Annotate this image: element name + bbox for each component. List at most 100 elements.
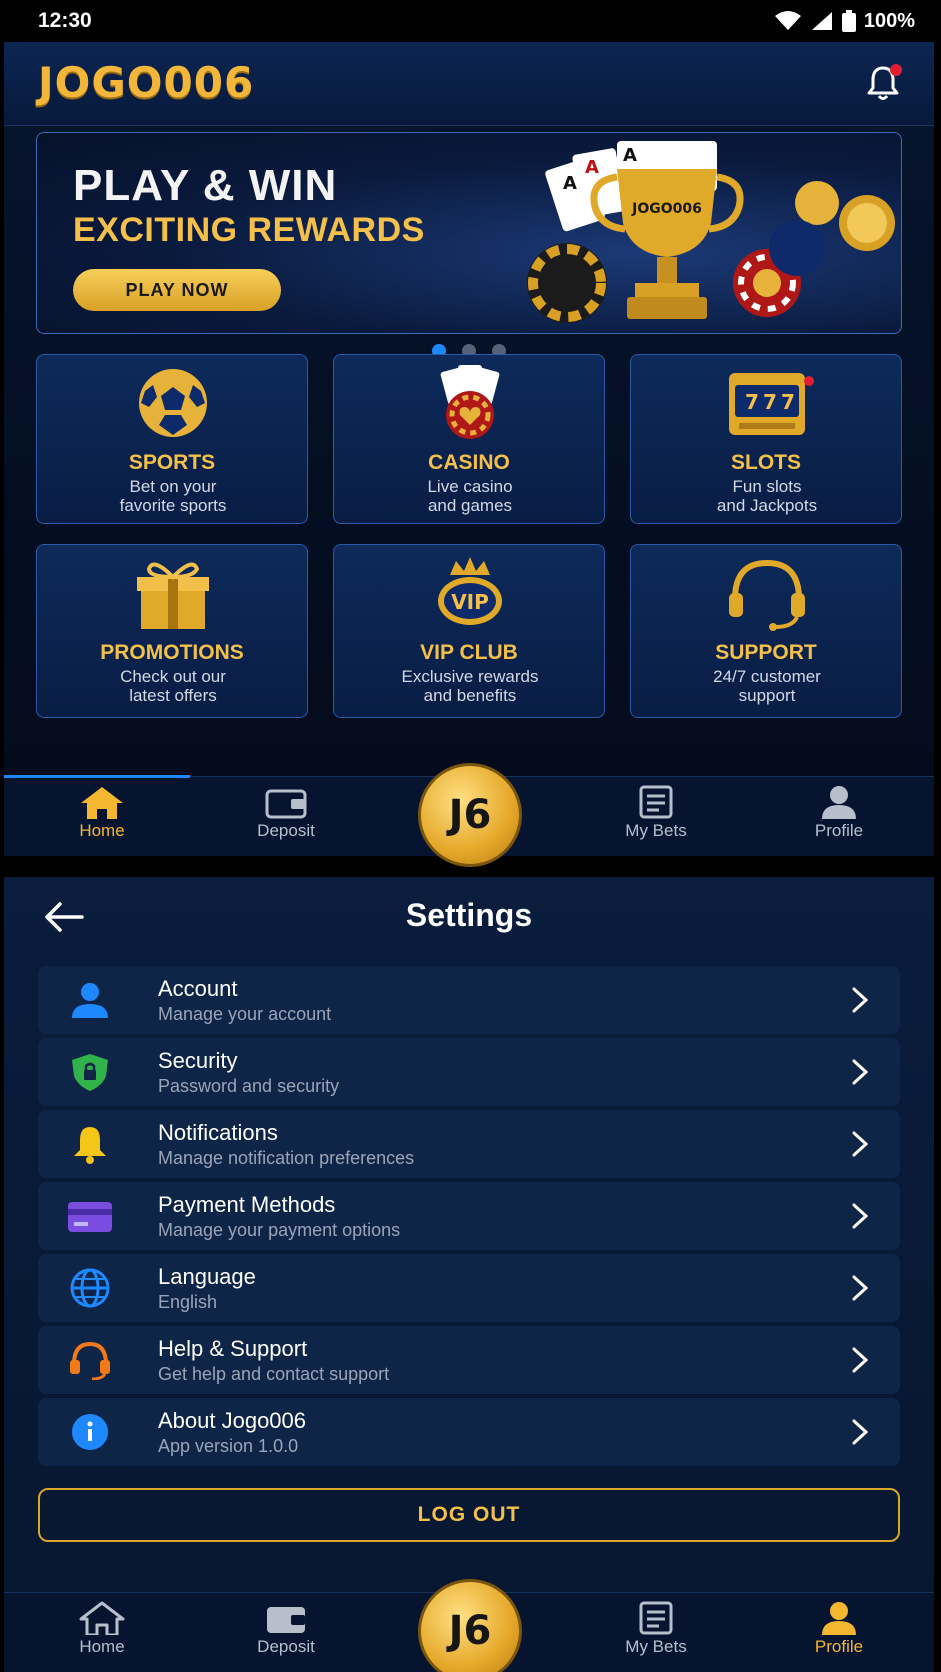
svg-text:7: 7	[745, 390, 759, 414]
play-now-button[interactable]: PLAY NOW	[73, 269, 281, 311]
nav-label: My Bets	[625, 821, 687, 840]
tile-title: SLOTS	[730, 451, 801, 474]
settings-item-sub: English	[158, 1292, 218, 1312]
settings-item-label: Account	[158, 976, 238, 1001]
nav-my-bets[interactable]: My Bets	[596, 1601, 716, 1657]
settings-item-sub: Manage your payment options	[158, 1220, 401, 1240]
signal-icon	[811, 12, 832, 30]
settings-item-label: Payment Methods	[158, 1192, 336, 1217]
nav-label: Profile	[814, 1637, 864, 1656]
tile-title: CASINO	[428, 451, 510, 474]
settings-item-label: Security	[158, 1048, 238, 1073]
app-logo: JOGO006	[38, 58, 255, 107]
trophy-logo-text: JOGO006	[631, 201, 702, 217]
settings-item-label: Help & Support	[158, 1336, 308, 1361]
bottom-nav: Home Deposit J6 My Bets Profile	[4, 763, 934, 867]
status-icons: 100%	[774, 10, 915, 33]
tile-desc-line1: Bet on your	[129, 477, 217, 496]
chevron-right-icon	[852, 1131, 869, 1157]
settings-item-notifications[interactable]: Notifications Manage notification prefer…	[38, 1110, 900, 1178]
chevron-right-icon	[852, 987, 869, 1013]
bell-icon	[74, 1127, 106, 1164]
home-screen: JOGO006 PLAY & WIN EXCITING REWARDS PLAY…	[4, 42, 934, 867]
j6-center-button[interactable]: J6	[418, 1579, 522, 1672]
j6-center-button[interactable]: J6	[418, 763, 522, 867]
settings-item-label: Notifications	[158, 1120, 278, 1145]
settings-item-sub: Manage your account	[158, 1004, 332, 1024]
trophy-cards-chips-illustration: A A A JOGO006	[527, 141, 895, 323]
promotions-tile[interactable]: PROMOTIONS Check out our latest offers	[36, 544, 308, 718]
wallet-icon	[265, 789, 307, 819]
support-tile[interactable]: SUPPORT 24/7 customer support	[630, 544, 902, 718]
shield-lock-icon	[72, 1054, 108, 1091]
nav-my-bets[interactable]: My Bets	[596, 785, 716, 841]
tile-desc-line2: and games	[427, 496, 513, 515]
settings-item-account[interactable]: Account Manage your account	[38, 966, 900, 1034]
wifi-icon	[774, 11, 801, 30]
svg-text:A: A	[623, 145, 637, 166]
tile-desc-line2: favorite sports	[119, 496, 227, 515]
settings-item-security[interactable]: Security Password and security	[38, 1038, 900, 1106]
nav-profile[interactable]: Profile	[779, 785, 899, 841]
tile-desc-line2: and Jackpots	[716, 496, 818, 515]
nav-label: Profile	[814, 821, 864, 840]
nav-label: My Bets	[625, 1637, 687, 1656]
svg-text:A: A	[563, 173, 577, 194]
nav-label: Home	[79, 1637, 125, 1656]
vip-crown-icon: VIP	[438, 557, 502, 625]
nav-label: Home	[79, 821, 125, 840]
user-icon	[72, 983, 108, 1018]
nav-home[interactable]: Home	[42, 785, 162, 841]
logout-button[interactable]: LOG OUT	[38, 1488, 900, 1542]
page-title: Settings	[405, 897, 533, 933]
chevron-right-icon	[852, 1275, 869, 1301]
svg-text:7: 7	[781, 390, 795, 414]
profile-icon	[822, 1602, 856, 1635]
banner-title: PLAY & WIN	[73, 161, 338, 210]
app-header: JOGO006	[4, 42, 934, 126]
slots-tile[interactable]: 7 7 7 SLOTS Fun slots and Jackpots	[630, 354, 902, 524]
settings-header: Settings	[4, 877, 934, 957]
settings-item-language[interactable]: Language English	[38, 1254, 900, 1322]
nav-deposit[interactable]: Deposit	[226, 1601, 346, 1657]
svg-text:A: A	[585, 157, 599, 178]
tile-desc-line2: and benefits	[423, 686, 517, 705]
sports-tile[interactable]: SPORTS Bet on your favorite sports	[36, 354, 308, 524]
svg-text:7: 7	[763, 390, 777, 414]
promo-banner[interactable]: PLAY & WIN EXCITING REWARDS PLAY NOW A A…	[36, 132, 902, 334]
soccer-ball-icon	[139, 369, 207, 437]
svg-text:VIP: VIP	[451, 590, 489, 614]
credit-card-icon	[68, 1202, 112, 1232]
nav-home[interactable]: Home	[42, 1601, 162, 1657]
settings-item-sub: App version 1.0.0	[158, 1436, 299, 1456]
bottom-nav: Home Deposit J6 My Bets Profile	[4, 1579, 934, 1672]
chevron-right-icon	[852, 1059, 869, 1085]
settings-item-payment-methods[interactable]: Payment Methods Manage your payment opti…	[38, 1182, 900, 1250]
nav-deposit[interactable]: Deposit	[226, 785, 346, 841]
tile-title: VIP CLUB	[420, 641, 518, 664]
casino-tile[interactable]: CASINO Live casino and games	[333, 354, 605, 524]
cards-chip-icon	[440, 365, 500, 439]
headset-icon	[70, 1341, 110, 1380]
nav-profile[interactable]: Profile	[779, 1601, 899, 1657]
settings-screen: Settings Account Manage your account Sec…	[4, 877, 934, 1672]
tile-desc-line1: Live casino	[427, 477, 513, 496]
tile-desc-line2: latest offers	[129, 686, 217, 705]
tile-title: SPORTS	[128, 451, 216, 474]
chevron-right-icon	[852, 1203, 869, 1229]
settings-item-help-support[interactable]: Help & Support Get help and contact supp…	[38, 1326, 900, 1394]
bets-list-icon	[639, 1601, 673, 1635]
vip-club-tile[interactable]: VIP VIP CLUB Exclusive rewards and benef…	[333, 544, 605, 718]
home-icon	[81, 787, 123, 819]
battery-level: 100%	[863, 9, 915, 32]
nav-label: Deposit	[257, 821, 315, 840]
chevron-right-icon	[852, 1347, 869, 1373]
tile-desc-line2: support	[738, 686, 796, 705]
banner-subtitle: EXCITING REWARDS	[73, 211, 425, 249]
notification-bell-icon[interactable]	[862, 62, 904, 104]
status-bar: 12:30 100%	[0, 0, 941, 42]
tile-desc-line1: Exclusive rewards	[401, 667, 539, 686]
chevron-right-icon	[852, 1419, 869, 1445]
settings-item-about[interactable]: About Jogo006 App version 1.0.0	[38, 1398, 900, 1466]
home-icon	[79, 1601, 125, 1635]
